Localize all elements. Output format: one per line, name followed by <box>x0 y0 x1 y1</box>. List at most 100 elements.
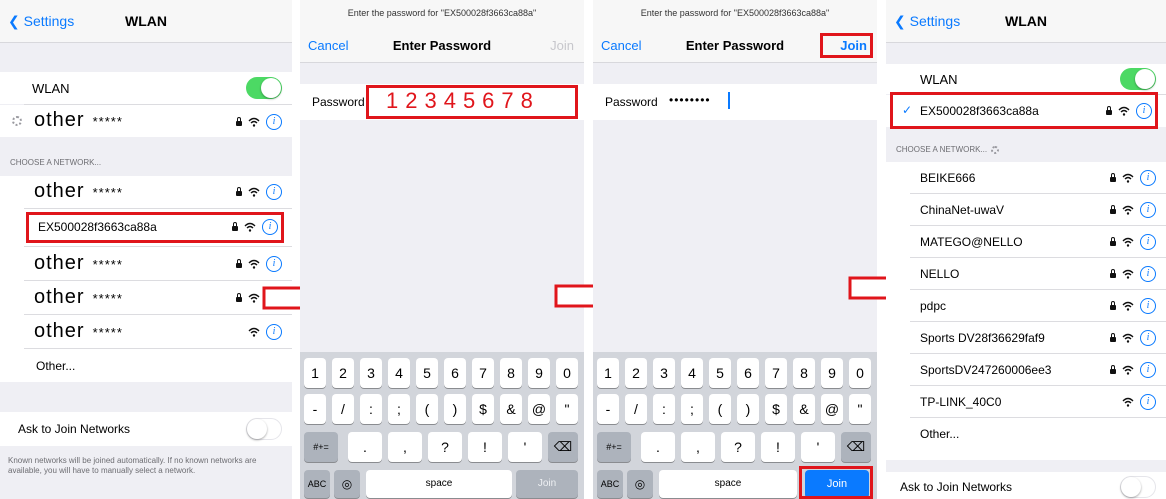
globe-icon[interactable]: ◎ <box>627 470 653 498</box>
password-prompt: Enter the password for "EX500028f3663ca8… <box>640 8 830 18</box>
key[interactable]: / <box>625 394 647 424</box>
key[interactable]: " <box>556 394 578 424</box>
key[interactable]: 3 <box>653 358 675 388</box>
other-network-row[interactable]: Other... <box>886 418 1166 449</box>
backspace-icon[interactable]: ⌫ <box>548 432 578 462</box>
network-row[interactable]: MATEGO@NELLO i <box>886 226 1166 257</box>
network-row[interactable]: other***** i <box>0 282 292 314</box>
network-row[interactable]: other***** i <box>0 248 292 280</box>
wifi-icon <box>1122 397 1134 407</box>
key[interactable]: 0 <box>849 358 871 388</box>
network-row[interactable]: other***** i <box>0 316 292 348</box>
key[interactable]: . <box>348 432 382 462</box>
info-icon[interactable]: i <box>1140 266 1156 282</box>
key[interactable]: 4 <box>681 358 703 388</box>
info-icon[interactable]: i <box>1140 202 1156 218</box>
key[interactable]: $ <box>765 394 787 424</box>
info-icon[interactable]: i <box>1140 394 1156 410</box>
key[interactable]: ' <box>801 432 835 462</box>
key[interactable]: / <box>332 394 354 424</box>
symbols-key[interactable]: #+= <box>597 432 631 462</box>
key[interactable]: ' <box>508 432 542 462</box>
key[interactable]: ! <box>761 432 795 462</box>
key[interactable]: 5 <box>416 358 438 388</box>
wifi-icon <box>248 327 260 337</box>
key[interactable]: 7 <box>472 358 494 388</box>
network-row[interactable]: BEIKE666 i <box>886 162 1166 193</box>
space-key[interactable]: space <box>366 470 512 498</box>
key[interactable]: ? <box>721 432 755 462</box>
key[interactable]: @ <box>528 394 550 424</box>
join-button[interactable]: Join <box>550 38 574 53</box>
wlan-toggle[interactable] <box>246 77 282 99</box>
backspace-icon[interactable]: ⌫ <box>841 432 871 462</box>
key[interactable]: 4 <box>388 358 410 388</box>
key[interactable]: - <box>597 394 619 424</box>
key[interactable]: ; <box>681 394 703 424</box>
wlan-toggle[interactable] <box>1120 68 1156 90</box>
info-icon[interactable]: i <box>1140 234 1156 250</box>
info-icon[interactable]: i <box>1140 330 1156 346</box>
password-field[interactable]: •••••••• <box>669 93 711 107</box>
wlan-row: WLAN <box>0 72 292 104</box>
globe-icon[interactable]: ◎ <box>334 470 360 498</box>
info-icon[interactable]: i <box>266 256 282 272</box>
key[interactable]: , <box>681 432 715 462</box>
key[interactable]: 5 <box>709 358 731 388</box>
key[interactable]: . <box>641 432 675 462</box>
key[interactable]: ; <box>388 394 410 424</box>
info-icon[interactable]: i <box>1140 170 1156 186</box>
ask-join-toggle[interactable] <box>1120 476 1156 498</box>
network-row[interactable]: other***** i <box>0 176 292 208</box>
ask-join-toggle[interactable] <box>246 418 282 440</box>
space-key[interactable]: space <box>659 470 797 498</box>
info-icon[interactable]: i <box>266 114 282 130</box>
info-icon[interactable]: i <box>1140 298 1156 314</box>
abc-key[interactable]: ABC <box>597 470 623 498</box>
key[interactable]: 6 <box>444 358 466 388</box>
info-icon[interactable]: i <box>266 184 282 200</box>
key[interactable]: : <box>360 394 382 424</box>
current-network-row[interactable]: other ***** i <box>0 105 292 137</box>
key[interactable]: : <box>653 394 675 424</box>
abc-key[interactable]: ABC <box>304 470 330 498</box>
key[interactable]: - <box>304 394 326 424</box>
info-icon[interactable]: i <box>1140 362 1156 378</box>
key[interactable]: $ <box>472 394 494 424</box>
key[interactable]: ! <box>468 432 502 462</box>
key[interactable]: ) <box>737 394 759 424</box>
key[interactable]: 3 <box>360 358 382 388</box>
network-row[interactable]: TP-LINK_40C0 i <box>886 386 1166 417</box>
key[interactable]: 1 <box>597 358 619 388</box>
network-row[interactable]: Sports DV28f36629faf9 i <box>886 322 1166 353</box>
other-network-row[interactable]: Other... <box>0 350 292 382</box>
key[interactable]: 2 <box>625 358 647 388</box>
key[interactable]: 2 <box>332 358 354 388</box>
key[interactable]: 7 <box>765 358 787 388</box>
key[interactable]: ( <box>416 394 438 424</box>
key[interactable]: ( <box>709 394 731 424</box>
key[interactable]: 6 <box>737 358 759 388</box>
network-row[interactable]: SportsDV247260006ee3 i <box>886 354 1166 385</box>
key[interactable]: , <box>388 432 422 462</box>
join-key[interactable]: Join <box>516 470 578 498</box>
network-row[interactable]: ChinaNet-uwaV i <box>886 194 1166 225</box>
key[interactable]: " <box>849 394 871 424</box>
key[interactable]: & <box>793 394 815 424</box>
key[interactable]: 8 <box>500 358 522 388</box>
info-icon[interactable]: i <box>266 324 282 340</box>
ask-join-row: Ask to Join Networks <box>886 472 1166 499</box>
key[interactable]: @ <box>821 394 843 424</box>
key[interactable]: 9 <box>528 358 550 388</box>
key[interactable]: 1 <box>304 358 326 388</box>
loading-spinner-icon <box>991 145 1000 154</box>
key[interactable]: 8 <box>793 358 815 388</box>
symbols-key[interactable]: #+= <box>304 432 338 462</box>
key[interactable]: 0 <box>556 358 578 388</box>
network-row[interactable]: NELLO i <box>886 258 1166 289</box>
network-row[interactable]: pdpc i <box>886 290 1166 321</box>
key[interactable]: 9 <box>821 358 843 388</box>
key[interactable]: ? <box>428 432 462 462</box>
key[interactable]: ) <box>444 394 466 424</box>
key[interactable]: & <box>500 394 522 424</box>
